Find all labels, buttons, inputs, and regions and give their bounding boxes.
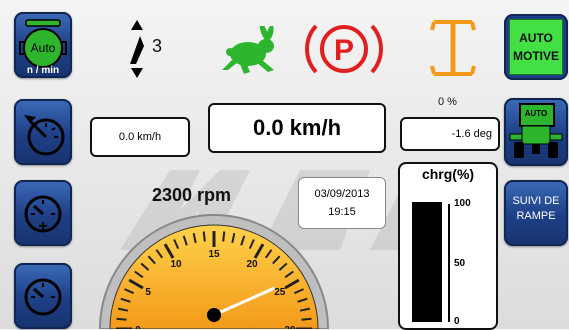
gauge-label-5: 5: [145, 287, 151, 298]
speed-small-value: 0.0 km/h: [118, 131, 162, 143]
speedometer-plus-icon: +: [24, 195, 62, 235]
speed-minus-button[interactable]: [14, 263, 72, 329]
angle-value: -1.6 deg: [451, 128, 492, 140]
gauge-label-15: 15: [208, 249, 220, 260]
charge-panel: chrg(%) 100 50 0: [398, 162, 498, 330]
svg-text:P: P: [334, 34, 354, 67]
speed-main-display: 0.0 km/h: [208, 103, 386, 153]
charge-tick-100: 100: [454, 198, 471, 209]
axle-icon: [430, 20, 476, 76]
auto-motive-line1: AUTO: [519, 31, 553, 45]
suivi-rampe-line2: RAMPE: [516, 210, 556, 222]
speedometer-arrow-icon: [24, 115, 65, 156]
engine-auto-button[interactable]: Auto n / min: [14, 12, 72, 78]
speed-main-value: 0.0 km/h: [252, 115, 342, 140]
charge-title: chrg(%): [421, 166, 475, 182]
gauge-tick: [301, 317, 312, 321]
auto-motive-line2: MOTIVE: [512, 49, 559, 63]
engine-auto-caption: n / min: [26, 65, 60, 76]
charge-bar: [412, 202, 442, 322]
suivi-rampe-line1: SUIVI DE: [512, 195, 560, 207]
svg-text:+: +: [38, 218, 47, 235]
engine-auto-label: Auto: [30, 41, 56, 55]
angle-display: -1.6 deg: [400, 117, 500, 151]
sprayer-auto-button[interactable]: AUTO: [504, 98, 568, 166]
suivi-rampe-button[interactable]: SUIVI DE RAMPE: [504, 180, 568, 246]
charge-tick-50: 50: [454, 258, 466, 269]
speed-small-display: 0.0 km/h: [90, 117, 190, 157]
gauge-label-30: 30: [284, 325, 296, 329]
date-value: 03/09/2013: [314, 188, 370, 200]
rabbit-icon: [222, 26, 274, 74]
charge-tick-0: 0: [454, 316, 460, 327]
gauge-tick: [222, 231, 226, 242]
parking-brake-icon: P: [305, 24, 383, 74]
speedometer-minus-icon: [24, 278, 62, 316]
gear-value: 3: [152, 36, 163, 56]
gauge-label-10: 10: [170, 259, 182, 270]
gauge-tick: [202, 231, 206, 242]
auto-motive-button[interactable]: AUTO MOTIVE: [504, 14, 568, 80]
charge-scale: [448, 204, 450, 322]
speed-plus-button[interactable]: +: [14, 180, 72, 246]
rpm-gauge: 0 5 10 15 20 25 30: [98, 214, 330, 329]
rpm-label: 2300 rpm: [152, 185, 232, 205]
speed-calibrate-button[interactable]: [14, 99, 72, 165]
sprayer-auto-label: AUTO: [524, 109, 548, 118]
gauge-label-0: 0: [135, 325, 141, 329]
gauge-tick: [116, 317, 127, 321]
gauge-label-20: 20: [246, 259, 258, 270]
time-value: 19:15: [328, 206, 356, 218]
gauge-label-25: 25: [274, 287, 286, 298]
axle-percent: 0 %: [438, 96, 457, 108]
gauge-hub: [207, 308, 221, 322]
